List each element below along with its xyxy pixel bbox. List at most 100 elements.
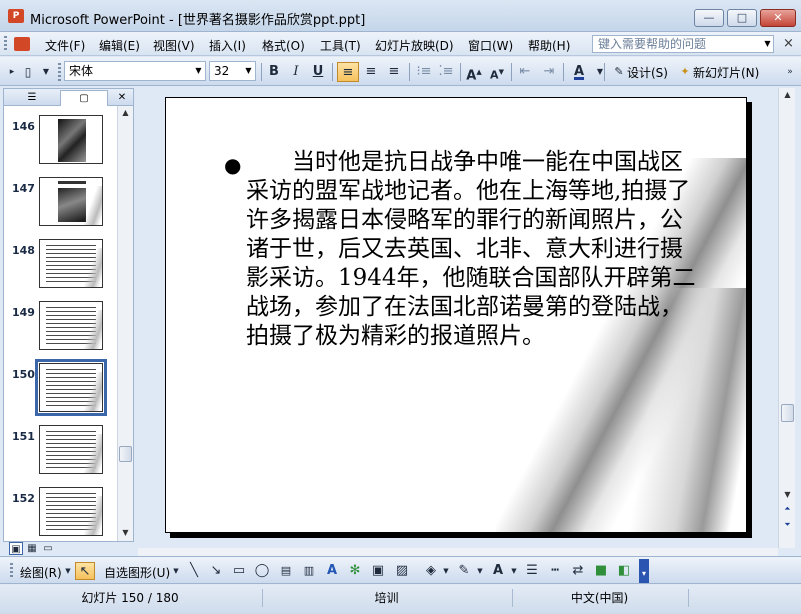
line-style-icon[interactable]: ☰ (523, 562, 541, 580)
close-button[interactable]: ✕ (760, 9, 796, 27)
menu-window[interactable]: 窗口(W) (468, 37, 513, 54)
select-pointer-icon[interactable]: ↖ (75, 562, 95, 580)
chevron-down-icon[interactable]: ▼ (510, 562, 518, 580)
tab-outline[interactable]: ☰ (12, 90, 52, 106)
new-document-icon[interactable]: ▯ (18, 62, 38, 82)
fill-color-icon[interactable]: ◈ (422, 562, 440, 580)
align-right-icon[interactable]: ≡ (384, 62, 404, 82)
line-color-icon[interactable]: ✎ (455, 562, 473, 580)
font-name-select[interactable]: 宋体 ▼ (64, 61, 206, 81)
slide-body-text[interactable]: 当时他是抗日战争中唯一能在中国战区采访的盟军战地记者。他在上海等地,拍摄了许多揭… (246, 148, 696, 351)
rectangle-icon[interactable]: ▭ (230, 562, 248, 580)
decrease-font-icon[interactable]: A▼ (487, 62, 507, 82)
arrow-icon[interactable]: ↘ (207, 562, 225, 580)
slide-sorter-icon[interactable]: ▦ (25, 542, 39, 555)
bullets-icon[interactable]: ⁚≡ (436, 62, 456, 82)
increase-indent-icon[interactable]: ⇥ (539, 62, 559, 82)
horizontal-scrollbar[interactable] (138, 548, 778, 556)
clip-art-icon[interactable]: ▣ (369, 562, 387, 580)
help-search-input[interactable]: 键入需要帮助的问题 (592, 35, 774, 53)
minimize-button[interactable]: — (694, 9, 724, 27)
menu-edit[interactable]: 编辑(E) (99, 37, 140, 54)
new-slide-button[interactable]: 新幻灯片(N) (693, 64, 759, 81)
scroll-down-icon[interactable]: ▼ (118, 526, 133, 540)
menu-help[interactable]: 帮助(H) (528, 37, 570, 54)
menu-view[interactable]: 视图(V) (153, 37, 195, 54)
new-slide-icon[interactable]: ✦ (675, 62, 695, 82)
powerpoint-icon[interactable]: P (8, 9, 24, 23)
line-icon[interactable]: ╲ (185, 562, 203, 580)
menu-tools[interactable]: 工具(T) (320, 37, 361, 54)
slide-thumbnail[interactable] (39, 239, 103, 288)
italic-button[interactable]: I (286, 62, 306, 82)
scroll-up-icon[interactable]: ▲ (780, 88, 795, 102)
bold-button[interactable]: B (264, 62, 284, 82)
document-icon[interactable] (14, 37, 30, 51)
chevron-down-icon[interactable]: ▼ (442, 562, 450, 580)
arrow-style-icon[interactable]: ⇄ (569, 562, 587, 580)
shadow-style-icon[interactable]: ■ (592, 562, 610, 580)
toolbar-options-icon[interactable]: ▾ (639, 559, 649, 583)
slide-thumbnail[interactable] (39, 425, 103, 474)
scroll-thumb[interactable] (781, 404, 794, 422)
chevron-down-icon[interactable]: ▼ (476, 562, 484, 580)
text-box-icon[interactable]: ▤ (277, 562, 295, 580)
menubar-grip[interactable] (4, 36, 7, 52)
chevron-down-icon[interactable]: ▼ (64, 562, 72, 580)
slide-thumbnail[interactable] (39, 177, 103, 226)
numbering-icon[interactable]: ⁝≡ (414, 62, 434, 82)
tab-slides[interactable]: ▢ (60, 90, 108, 106)
toolbar-options-icon[interactable]: » (780, 62, 800, 82)
decrease-indent-icon[interactable]: ⇤ (515, 62, 535, 82)
slide-thumbnail[interactable] (39, 487, 103, 536)
panel-close-button[interactable]: ✕ (114, 90, 130, 106)
picture-icon[interactable]: ▨ (393, 562, 411, 580)
font-color-icon[interactable]: A (489, 562, 507, 580)
normal-view-icon[interactable]: ▣ (9, 542, 23, 555)
chevron-down-icon[interactable]: ▼ (172, 562, 180, 580)
underline-button[interactable]: U (308, 62, 328, 82)
menu-file[interactable]: 文件(F) (45, 37, 85, 54)
chevron-down-icon[interactable]: ▼ (192, 62, 205, 80)
dash-style-icon[interactable]: ┅ (546, 562, 564, 580)
increase-font-icon[interactable]: A▲ (464, 62, 484, 83)
wordart-icon[interactable]: A (323, 562, 341, 580)
font-color-icon[interactable]: A (569, 62, 589, 82)
scroll-down-icon[interactable]: ▼ (780, 488, 795, 502)
close-document-button[interactable]: × (783, 36, 794, 51)
slide-thumbnail-selected[interactable] (35, 359, 107, 416)
oval-icon[interactable]: ◯ (253, 562, 271, 580)
font-size-select[interactable]: 32 ▼ (209, 61, 256, 81)
menu-slideshow[interactable]: 幻灯片放映(D) (375, 37, 454, 54)
menu-insert[interactable]: 插入(I) (209, 37, 246, 54)
slide-thumbnail[interactable] (39, 115, 103, 164)
vertical-text-box-icon[interactable]: ▥ (300, 562, 318, 580)
design-button[interactable]: 设计(S) (627, 64, 668, 81)
chevron-down-icon[interactable]: ▼ (36, 62, 56, 82)
autoshapes-button[interactable]: 自选图形(U) (104, 564, 170, 581)
3d-style-icon[interactable]: ◧ (615, 562, 633, 580)
drawing-toolbar: 绘图(R) ▼ ↖ 自选图形(U) ▼ ╲ ↘ ▭ ◯ ▤ ▥ A ✻ ▣ ▨ … (0, 556, 801, 584)
slide-scrollbar[interactable]: ▲ ▼ ⏶ ⏷ (778, 88, 795, 548)
slide-canvas[interactable]: ● 当时他是抗日战争中唯一能在中国战区采访的盟军战地记者。他在上海等地,拍摄了许… (165, 97, 747, 533)
toolbar-grip[interactable] (10, 563, 13, 579)
menu-format[interactable]: 格式(O) (262, 37, 305, 54)
draw-menu-button[interactable]: 绘图(R) (20, 564, 62, 581)
maximize-button[interactable]: □ (727, 9, 757, 27)
slideshow-icon[interactable]: ▭ (41, 542, 55, 555)
scroll-up-icon[interactable]: ▲ (118, 106, 133, 120)
chevron-down-icon[interactable]: ▼ (242, 62, 255, 80)
scroll-thumb[interactable] (119, 446, 132, 462)
diagram-icon[interactable]: ✻ (346, 562, 364, 580)
slide-thumbnail[interactable] (39, 301, 103, 350)
design-icon[interactable]: ✎ (609, 62, 629, 82)
toolbar-grip[interactable] (58, 63, 61, 81)
chevron-down-icon[interactable]: ▼ (590, 62, 610, 82)
align-center-icon[interactable]: ≡ (361, 62, 381, 82)
chevron-down-icon[interactable]: ▼ (761, 35, 774, 53)
next-slide-icon[interactable]: ⏷ (780, 518, 795, 532)
previous-slide-icon[interactable]: ⏶ (780, 502, 795, 516)
thumbnail-number: 152 (12, 492, 35, 505)
align-left-icon[interactable]: ≡ (337, 62, 359, 82)
thumbnail-scrollbar[interactable]: ▲ ▼ (117, 106, 133, 541)
